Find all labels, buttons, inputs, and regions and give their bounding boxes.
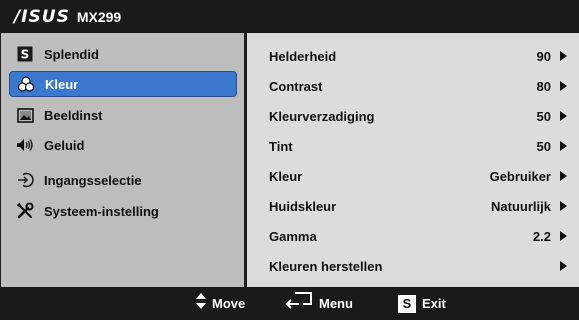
setting-name: Kleur bbox=[269, 168, 303, 184]
setting-row-gamma[interactable]: Gamma 2.2 bbox=[247, 221, 579, 251]
enter-icon bbox=[285, 292, 313, 315]
sidebar-item-label: Beeldinst bbox=[44, 107, 103, 123]
setting-name: Kleuren herstellen bbox=[269, 258, 383, 274]
setting-value: Gebruiker bbox=[489, 168, 551, 184]
setting-row-kleur[interactable]: Kleur Gebruiker bbox=[247, 161, 579, 191]
up-down-arrows-icon bbox=[196, 293, 206, 314]
tools-icon bbox=[16, 202, 34, 220]
chevron-right-icon bbox=[560, 171, 567, 181]
chevron-right-icon bbox=[560, 51, 567, 61]
exit-label: Exit bbox=[422, 296, 446, 311]
setting-name: Contrast bbox=[269, 78, 323, 94]
sidebar-item-label: Geluid bbox=[44, 137, 85, 153]
chevron-right-icon bbox=[560, 201, 567, 211]
chevron-right-icon bbox=[560, 81, 567, 91]
sidebar-item-label: Ingangsselectie bbox=[44, 172, 142, 188]
title-bar: /ISUS MX299 bbox=[0, 0, 579, 33]
chevron-right-icon bbox=[560, 111, 567, 121]
setting-value: 2.2 bbox=[532, 228, 551, 244]
sidebar-item-kleur[interactable]: Kleur bbox=[9, 71, 237, 97]
bottom-bar: Move Menu S Exit bbox=[0, 287, 579, 320]
model-name: MX299 bbox=[76, 8, 122, 25]
sidebar-item-splendid[interactable]: S Splendid bbox=[9, 41, 237, 67]
chevron-right-icon bbox=[560, 141, 567, 151]
sidebar-item-beeldinst[interactable]: Beeldinst bbox=[9, 102, 237, 128]
sidebar-item-label: Kleur bbox=[45, 76, 79, 92]
setting-row-tint[interactable]: Tint 50 bbox=[247, 131, 579, 161]
image-icon bbox=[16, 106, 34, 124]
sidebar: S Splendid Kleur Beeldinst Geluid Ingang… bbox=[1, 33, 244, 287]
setting-value: 80 bbox=[536, 78, 551, 94]
svg-text:S: S bbox=[21, 48, 30, 62]
setting-row-kleuren-herstellen[interactable]: Kleuren herstellen bbox=[247, 251, 579, 281]
chevron-right-icon bbox=[560, 231, 567, 241]
setting-name: Kleurverzadiging bbox=[269, 108, 375, 124]
settings-panel: Helderheid 90 Contrast 80 Kleurverzadigi… bbox=[247, 33, 579, 287]
setting-name: Gamma bbox=[269, 228, 317, 244]
setting-name: Helderheid bbox=[269, 48, 337, 64]
brand-logo: /ISUS bbox=[14, 6, 70, 27]
splendid-s-icon: S bbox=[16, 45, 34, 63]
chevron-right-icon bbox=[560, 261, 567, 271]
setting-row-helderheid[interactable]: Helderheid 90 bbox=[247, 41, 579, 71]
setting-row-kleurverzadiging[interactable]: Kleurverzadiging 50 bbox=[247, 101, 579, 131]
sidebar-item-geluid[interactable]: Geluid bbox=[9, 132, 237, 158]
setting-value: Natuurlijk bbox=[491, 198, 551, 214]
exit-key-icon: S bbox=[398, 294, 416, 313]
setting-value: 90 bbox=[536, 48, 551, 64]
setting-name: Tint bbox=[269, 138, 293, 154]
menu-label: Menu bbox=[319, 296, 353, 311]
sidebar-item-label: Splendid bbox=[44, 46, 99, 62]
move-label: Move bbox=[212, 296, 246, 311]
setting-value: 50 bbox=[536, 108, 551, 124]
exit-key-letter: S bbox=[402, 296, 412, 311]
input-arrow-icon bbox=[16, 171, 34, 189]
sidebar-item-label: Systeem-instelling bbox=[44, 203, 159, 219]
move-hint[interactable]: Move bbox=[196, 287, 245, 320]
setting-name: Huidskleur bbox=[269, 198, 337, 214]
speaker-icon bbox=[16, 136, 34, 154]
setting-value: 50 bbox=[536, 138, 551, 154]
sidebar-item-systeem-instelling[interactable]: Systeem-instelling bbox=[9, 198, 237, 224]
exit-hint[interactable]: S Exit bbox=[398, 287, 446, 320]
setting-row-huidskleur[interactable]: Huidskleur Natuurlijk bbox=[247, 191, 579, 221]
sidebar-item-ingangsselectie[interactable]: Ingangsselectie bbox=[9, 167, 237, 193]
menu-hint[interactable]: Menu bbox=[285, 287, 353, 320]
osd-menu: /ISUS MX299 S Splendid Kleur Beeldinst G… bbox=[0, 0, 579, 320]
color-palette-icon bbox=[17, 75, 35, 93]
setting-row-contrast[interactable]: Contrast 80 bbox=[247, 71, 579, 101]
